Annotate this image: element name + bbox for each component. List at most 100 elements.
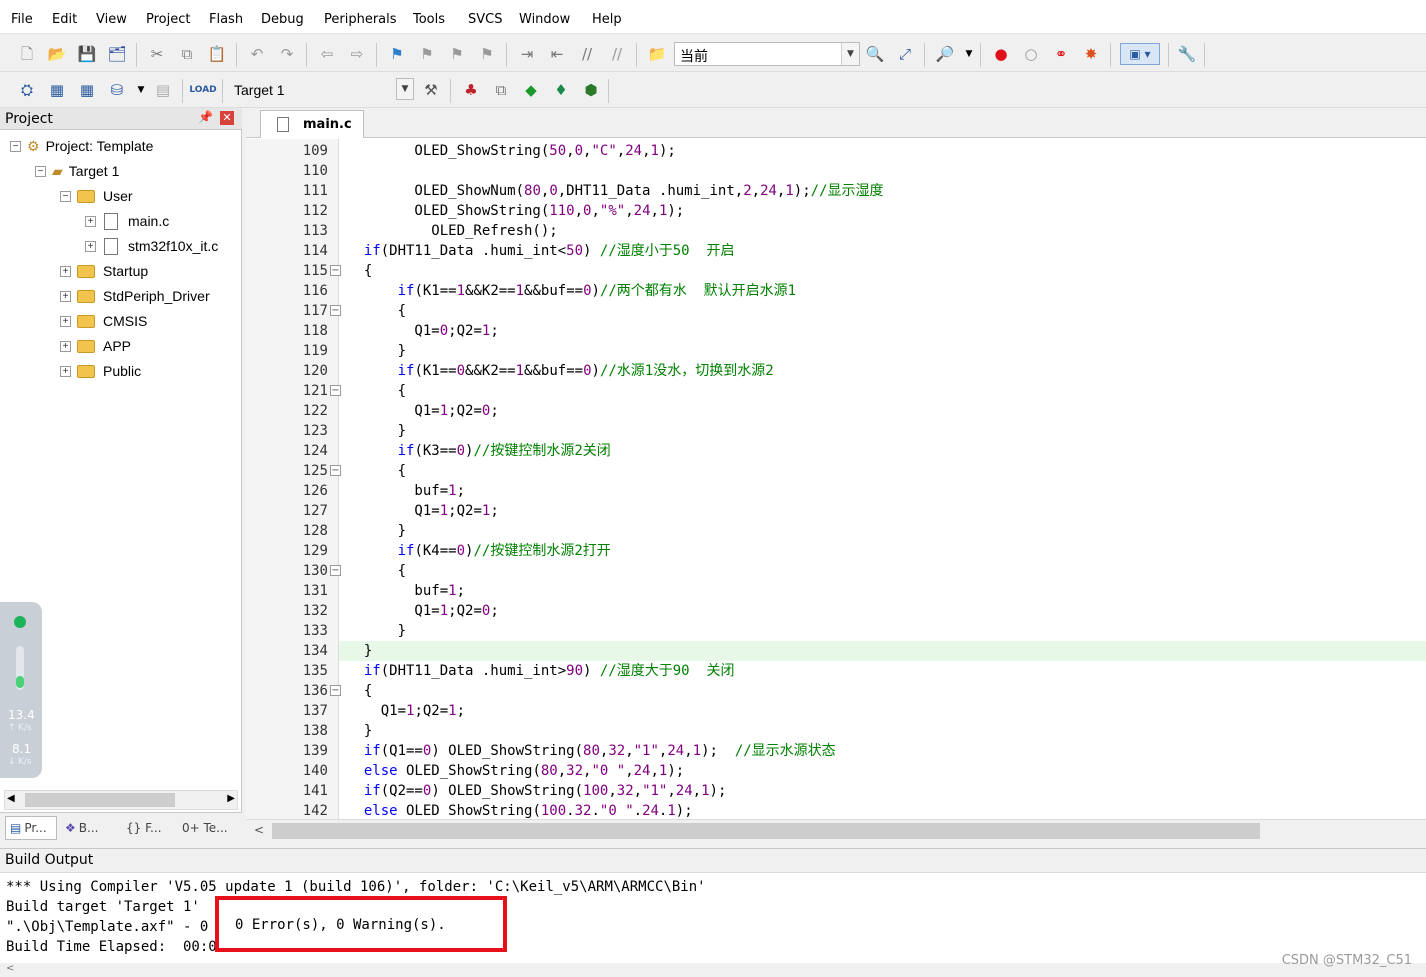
build-output-hscrollbar[interactable]: < (0, 963, 1426, 977)
menu-help[interactable]: Help (592, 12, 622, 27)
save-icon[interactable]: 💾 (76, 43, 98, 65)
pack-installer-icon[interactable]: ♦ (550, 79, 572, 101)
save-all-icon[interactable]: 🗂 (106, 43, 128, 65)
breakpoint-disable-all-icon[interactable]: ⚭ (1050, 43, 1072, 65)
rebuild-icon[interactable]: ▦ (76, 79, 98, 101)
tree-folder-user[interactable]: − User (60, 185, 133, 207)
expand-icon[interactable]: + (85, 240, 96, 252)
select-packs-icon[interactable]: ⧉ (490, 79, 512, 101)
menu-debug[interactable]: Debug (261, 12, 304, 27)
scroll-right-icon[interactable]: ▶ (227, 793, 235, 804)
nav-forward-icon[interactable]: ⇨ (346, 43, 368, 65)
find-combo[interactable]: 当前 ▼ (674, 42, 860, 66)
tree-target[interactable]: − ▰ Target 1 (35, 160, 119, 182)
window-layout-icon[interactable]: ▣ ▾ (1120, 43, 1160, 65)
find-in-files-icon[interactable]: 📁 (646, 43, 668, 65)
breakpoint-insert-icon[interactable]: ● (990, 43, 1012, 65)
undo-icon[interactable]: ↶ (246, 43, 268, 65)
chevron-down-icon[interactable]: ▼ (958, 43, 980, 65)
configure-icon[interactable]: 🔧 (1176, 43, 1198, 65)
tree-folder-startup[interactable]: + Startup (60, 260, 148, 282)
menu-svcs[interactable]: SVCS (468, 12, 502, 27)
bookmark-icon[interactable]: ⚑ (386, 43, 408, 65)
tree-folder-app[interactable]: + APP (60, 335, 131, 357)
project-hscrollbar[interactable]: ◀ ▶ (4, 790, 238, 810)
comment-icon[interactable]: // (576, 43, 598, 65)
tab-functions[interactable]: {} F... (124, 816, 174, 840)
line-number: 128 (302, 523, 328, 539)
editor-pane: main.c 109 110 111 112 113 114 115−116 117−118 1… (246, 108, 1426, 842)
compile-icon[interactable]: ⛭ (16, 79, 38, 101)
nav-back-icon[interactable]: ⇦ (316, 43, 338, 65)
manage-components-icon[interactable]: ◆ (520, 79, 542, 101)
incremental-find-icon[interactable]: 🔍 (864, 43, 886, 65)
expand-icon[interactable]: + (60, 290, 71, 302)
chevron-down-icon[interactable]: ▼ (396, 78, 414, 100)
tree-label: CMSIS (103, 313, 148, 329)
bookmark-clear-icon[interactable]: ⚑ (476, 43, 498, 65)
scroll-left-icon[interactable]: < (6, 963, 14, 974)
editor-hscrollbar[interactable]: < (246, 819, 1426, 842)
code-line: } (347, 523, 407, 539)
target-select[interactable]: Target 1 ▼ (228, 78, 414, 102)
open-file-icon[interactable]: 📂 (46, 43, 68, 65)
tab-books[interactable]: ❖ B... (63, 816, 117, 840)
collapse-icon[interactable]: − (60, 190, 71, 202)
chevron-down-icon[interactable]: ▼ (130, 79, 152, 101)
menu-project[interactable]: Project (146, 12, 190, 27)
redo-icon[interactable]: ↷ (276, 43, 298, 65)
find-symbol-icon[interactable]: ⤢ (894, 43, 916, 65)
breakpoint-kill-all-icon[interactable]: ✸ (1080, 43, 1102, 65)
software-packs-icon[interactable]: ⬢ (580, 79, 602, 101)
scroll-thumb[interactable] (272, 823, 1260, 839)
expand-icon[interactable]: + (60, 265, 71, 277)
copy-icon[interactable]: ⧉ (176, 43, 198, 65)
menu-window[interactable]: Window (519, 12, 570, 27)
tab-project[interactable]: ▤ Pr... (5, 816, 57, 840)
menu-edit[interactable]: Edit (52, 12, 77, 27)
expand-icon[interactable]: + (60, 365, 71, 377)
scroll-left-icon[interactable]: < (254, 823, 264, 837)
bookmark-next-icon[interactable]: ⚑ (446, 43, 468, 65)
manage-project-items-icon[interactable]: ♣ (460, 79, 482, 101)
target-options-icon[interactable]: ⚒ (420, 79, 442, 101)
download-icon[interactable]: LOAD (189, 79, 216, 101)
paste-icon[interactable]: 📋 (206, 43, 228, 65)
tree-project[interactable]: − ⚙ Project: Template (10, 135, 153, 157)
menu-peripherals[interactable]: Peripherals (324, 12, 397, 27)
new-file-icon[interactable]: 🗋 (16, 43, 38, 65)
tree-folder-cmsis[interactable]: + CMSIS (60, 310, 147, 332)
indent-icon[interactable]: ⇥ (516, 43, 538, 65)
tab-templates[interactable]: 0+ Te... (180, 816, 236, 840)
tree-folder-public[interactable]: + Public (60, 360, 141, 382)
collapse-icon[interactable]: − (10, 140, 21, 152)
tree-folder-stdperiph[interactable]: + StdPeriph_Driver (60, 285, 210, 307)
expand-icon[interactable]: + (60, 315, 71, 327)
tree-file-main[interactable]: + main.c (85, 210, 169, 232)
expand-icon[interactable]: + (60, 340, 71, 352)
pin-icon[interactable]: 📌 (198, 110, 213, 124)
tab-main-c[interactable]: main.c (260, 110, 364, 138)
stop-build-icon[interactable]: ▤ (152, 79, 174, 101)
menu-tools[interactable]: Tools (413, 12, 445, 27)
uncomment-icon[interactable]: // (606, 43, 628, 65)
code-line: else OLED_ShowString(80,32,"0 ",24,1); (363, 763, 685, 779)
build-icon[interactable]: ▦ (46, 79, 68, 101)
menu-file[interactable]: File (11, 12, 33, 27)
menu-view[interactable]: View (96, 12, 127, 27)
unindent-icon[interactable]: ⇤ (546, 43, 568, 65)
collapse-icon[interactable]: − (35, 165, 46, 177)
tree-file-it[interactable]: + stm32f10x_it.c (85, 235, 218, 257)
breakpoint-disable-icon[interactable]: ○ (1020, 43, 1042, 65)
batch-build-icon[interactable]: ⛁ (106, 79, 128, 101)
code-area[interactable]: OLED_ShowString(50,0,"C",24,1); OLED_Sho… (339, 139, 1426, 819)
cut-icon[interactable]: ✂ (146, 43, 168, 65)
expand-icon[interactable]: + (85, 215, 96, 227)
close-icon[interactable]: ✕ (220, 111, 234, 125)
menu-flash[interactable]: Flash (209, 12, 243, 27)
scroll-thumb[interactable] (25, 793, 175, 807)
chevron-down-icon[interactable]: ▼ (841, 43, 859, 65)
scroll-left-icon[interactable]: ◀ (7, 793, 15, 804)
bookmark-prev-icon[interactable]: ⚑ (416, 43, 438, 65)
start-debug-icon[interactable]: 🔎 (934, 43, 956, 65)
